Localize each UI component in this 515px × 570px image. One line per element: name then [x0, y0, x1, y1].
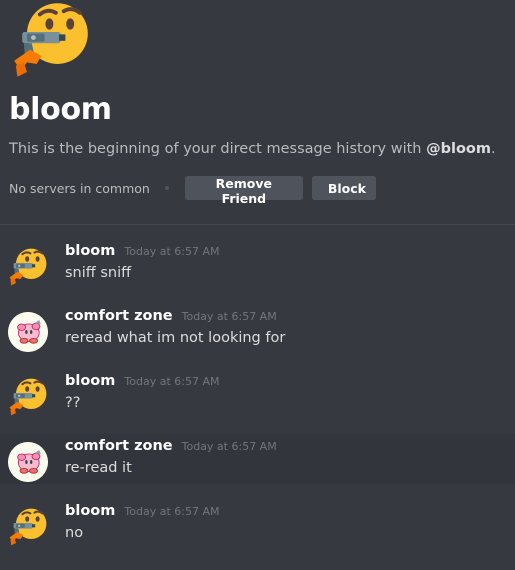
message-author[interactable]: bloom	[65, 243, 115, 259]
message-timestamp: Today at 6:57 AM	[181, 310, 277, 323]
thinking-gun-emoji-icon[interactable]	[8, 377, 48, 417]
divider	[0, 224, 515, 225]
message-timestamp: Today at 6:57 AM	[124, 245, 220, 258]
dm-intro-actions: No servers in common Remove Friend Block	[9, 176, 385, 206]
thinking-gun-emoji-icon[interactable]	[8, 507, 48, 547]
message-author[interactable]: bloom	[65, 373, 115, 389]
dm-intro-handle: @bloom	[426, 141, 491, 157]
mutual-servers-text[interactable]: No servers in common	[9, 181, 150, 196]
thinking-gun-emoji-icon[interactable]	[8, 247, 48, 287]
kirby-avatar-icon[interactable]	[8, 442, 48, 482]
message-author[interactable]: comfort zone	[65, 308, 173, 324]
message-timestamp: Today at 6:57 AM	[181, 440, 277, 453]
message-item[interactable]: comfort zone Today at 6:57 AM re-read it	[0, 434, 515, 484]
message-item[interactable]: bloom Today at 6:57 AM ??	[0, 369, 515, 419]
block-button[interactable]: Block	[311, 176, 376, 200]
message-timestamp: Today at 6:57 AM	[124, 375, 220, 388]
thinking-gun-emoji-icon	[8, 0, 94, 80]
message-author[interactable]: bloom	[65, 503, 115, 519]
message-text: reread what im not looking for	[65, 330, 286, 346]
message-author[interactable]: comfort zone	[65, 438, 173, 454]
dm-intro-description-text: This is the beginning of your direct mes…	[9, 141, 427, 157]
dm-intro-description: This is the beginning of your direct mes…	[9, 141, 496, 157]
separator-dot	[164, 186, 169, 190]
dm-intro-description-end: .	[491, 141, 496, 157]
message-text: re-read it	[65, 460, 132, 476]
message-text: ??	[65, 395, 81, 411]
message-item[interactable]: bloom Today at 6:57 AM no	[0, 499, 515, 549]
dm-title: bloom	[9, 92, 112, 127]
message-item[interactable]: bloom Today at 6:57 AM sniff sniff	[0, 239, 515, 289]
message-timestamp: Today at 6:57 AM	[124, 505, 220, 518]
message-text: no	[65, 525, 84, 541]
kirby-avatar-icon[interactable]	[8, 312, 48, 352]
message-text: sniff sniff	[65, 265, 132, 281]
message-item[interactable]: comfort zone Today at 6:57 AM reread what…	[0, 304, 515, 354]
remove-friend-button[interactable]: Remove Friend	[184, 176, 303, 206]
